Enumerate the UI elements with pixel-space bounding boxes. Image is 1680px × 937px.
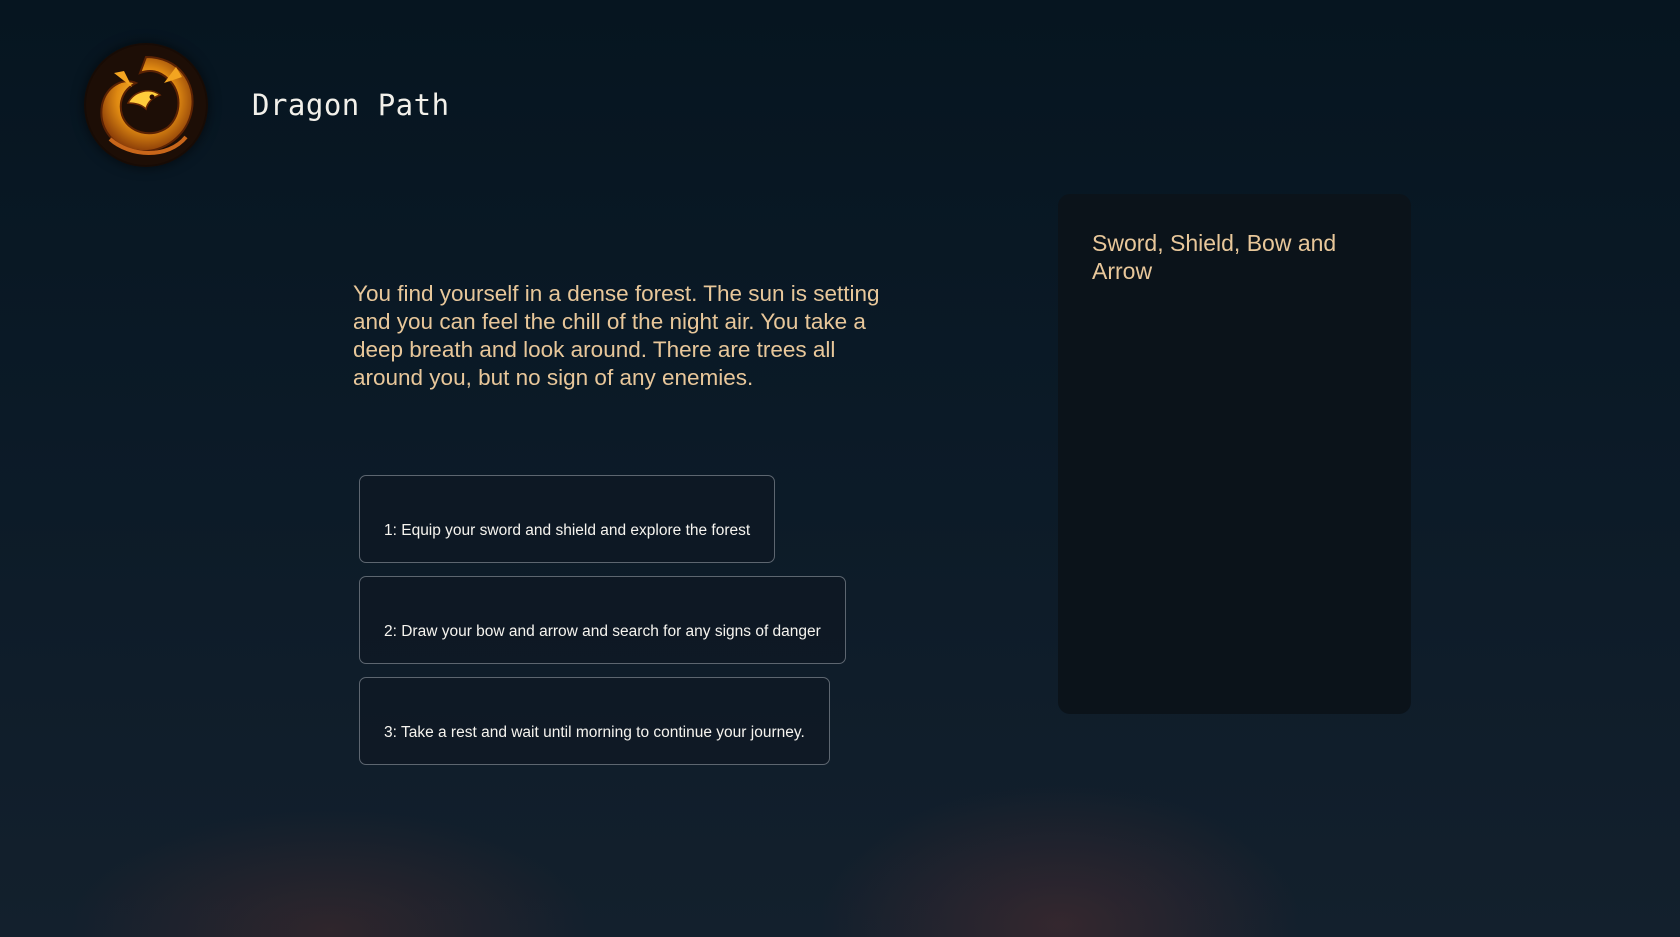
dragon-emblem-icon [84,43,208,167]
inventory-items: Sword, Shield, Bow and Arrow [1092,230,1337,284]
choice-button-3[interactable]: 3: Take a rest and wait until morning to… [359,677,830,765]
choice-list: 1: Equip your sword and shield and explo… [359,475,846,765]
header: Dragon Path [84,43,450,167]
choice-label: 2: Draw your bow and arrow and search fo… [384,623,821,640]
choice-button-2[interactable]: 2: Draw your bow and arrow and search fo… [359,576,846,664]
choice-label: 1: Equip your sword and shield and explo… [384,522,751,539]
story-text: You find yourself in a dense forest. The… [353,281,880,390]
inventory-panel: Sword, Shield, Bow and Arrow [1058,194,1411,714]
choice-button-1[interactable]: 1: Equip your sword and shield and explo… [359,475,776,563]
choice-label: 3: Take a rest and wait until morning to… [384,724,805,741]
app-title: Dragon Path [252,88,450,122]
